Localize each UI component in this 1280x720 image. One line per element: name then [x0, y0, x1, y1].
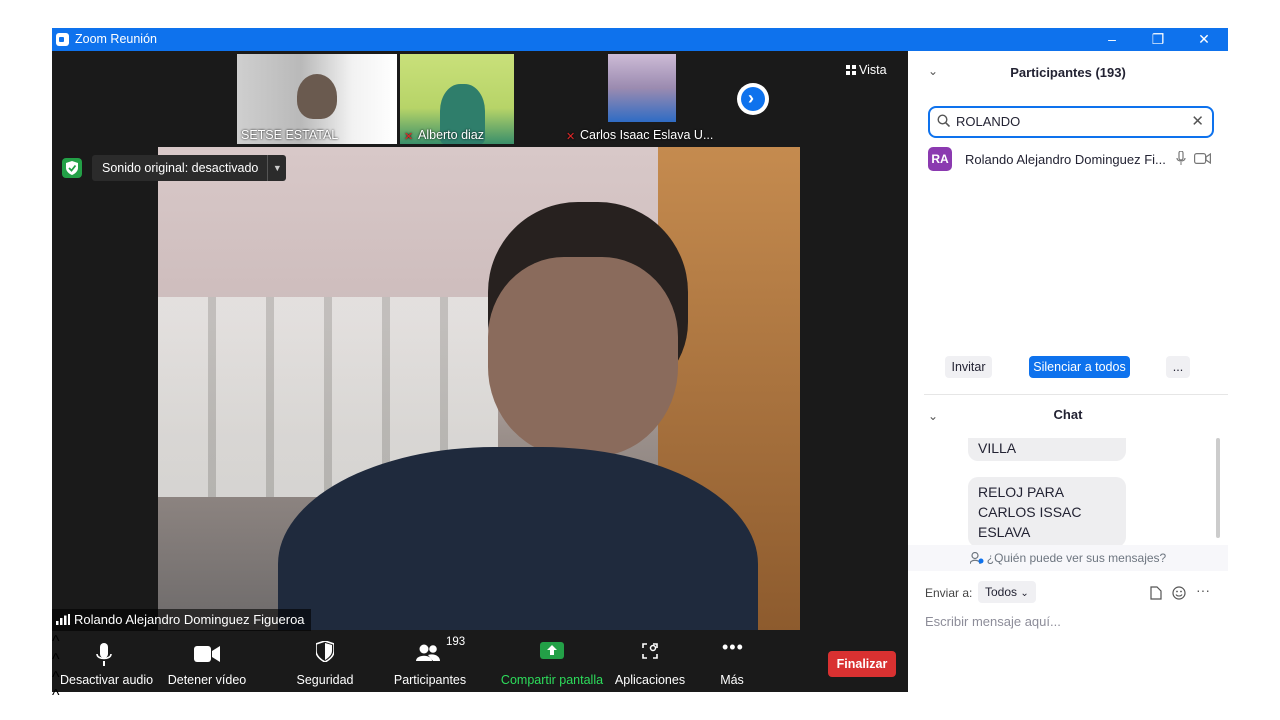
participant-name: Rolando Alejandro Dominguez Fi...: [965, 152, 1166, 167]
invite-button[interactable]: Invitar: [945, 356, 992, 378]
participants-header: ⌄ Participantes (193): [908, 51, 1228, 95]
chat-messages: VILLA RELOJ PARA CARLOS ISSAC ESLAVA: [908, 438, 1228, 546]
encryption-shield-icon[interactable]: [62, 158, 82, 178]
meeting-toolbar: Desactivar audio ^ Detener vídeo ^ Segur…: [52, 633, 908, 704]
thumbnail-strip: SETSE ESTATAL ✕ Alberto diaz ✕ Carlos Isaa…: [52, 51, 908, 148]
chat-message-text: VILLA: [978, 440, 1017, 456]
arrow-up-icon: [547, 645, 557, 655]
ellipsis-icon: •••: [722, 637, 744, 657]
chat-message: VILLA: [968, 438, 1126, 461]
speaker-name: Rolando Alejandro Dominguez Figueroa: [74, 612, 305, 627]
security-label: Seguridad: [296, 673, 354, 687]
thumbnail-name: Carlos Isaac Eslava U...: [580, 128, 714, 142]
original-sound-label: Sonido original: desactivado: [102, 161, 259, 175]
security-shield-icon: [316, 641, 334, 662]
more-chat-options-icon[interactable]: ···: [1196, 582, 1210, 598]
thumbnail-name-row: ✕ Carlos Isaac Eslava U...: [566, 128, 714, 143]
participant-search-input[interactable]: ROLANDO ✕: [928, 106, 1214, 138]
send-to-value: Todos: [985, 585, 1018, 599]
chat-scrollbar[interactable]: [1216, 438, 1220, 538]
window-title: Zoom Reunión: [75, 32, 157, 46]
original-sound-toggle[interactable]: Sonido original: desactivado ▼: [92, 155, 287, 181]
microphone-icon: [96, 643, 112, 666]
view-label: Vista: [859, 63, 887, 77]
shield-check-icon: [66, 161, 78, 175]
file-icon[interactable]: [1150, 586, 1162, 600]
grid-icon: [846, 65, 856, 75]
share-screen-label: Compartir pantalla: [500, 673, 604, 687]
thumbnail-name: Alberto diaz: [418, 128, 485, 142]
chevron-down-icon: ⌄: [1020, 588, 1029, 599]
participants-count: 193: [446, 636, 466, 648]
zoom-app-icon: [56, 33, 69, 46]
person-eye-icon: [969, 551, 984, 565]
participants-title: Participantes (193): [1010, 65, 1126, 80]
search-icon: [937, 114, 950, 127]
participants-button[interactable]: 193 Participantes: [392, 633, 468, 692]
thumbnail-name-row: ✕ Alberto diaz: [404, 128, 485, 143]
zoom-window: Zoom Reunión – ❐ ✕ SETSE ESTATAL ✕ Albert…: [52, 28, 1228, 704]
send-to-label: Enviar a:: [925, 586, 973, 600]
side-panel: ⌄ Participantes (193) ROLANDO ✕ RA Rolan…: [908, 51, 1228, 692]
thumbnail-carlos[interactable]: ✕ Carlos Isaac Eslava U...: [562, 54, 722, 144]
chat-title: Chat: [1053, 407, 1083, 422]
person-face: [488, 257, 678, 457]
minimize-button[interactable]: –: [1089, 28, 1135, 51]
more-options-button[interactable]: ...: [1166, 356, 1190, 378]
video-camera-icon: [1194, 153, 1211, 164]
search-value: ROLANDO: [956, 114, 1021, 129]
divider: [924, 394, 1228, 395]
title-bar: Zoom Reunión – ❐ ✕: [52, 28, 1228, 51]
participant-face: [297, 74, 337, 119]
apps-button[interactable]: Aplicaciones: [614, 633, 686, 692]
active-speaker-video: [158, 147, 800, 630]
signal-bars-icon: [56, 614, 70, 625]
chevron-right-icon: ›: [748, 88, 754, 108]
more-button[interactable]: ••• Más: [708, 633, 756, 692]
avatar: RA: [928, 147, 952, 171]
thumbnail-name: SETSE ESTATAL: [241, 128, 339, 142]
participant-video: [608, 54, 676, 122]
view-button[interactable]: Vista: [846, 63, 887, 77]
share-screen-icon: [540, 642, 564, 659]
who-can-see-text: ¿Quién puede ver sus mensajes?: [986, 551, 1167, 565]
chat-message: RELOJ PARA CARLOS ISSAC ESLAVA: [968, 477, 1126, 546]
thumbnail-setse[interactable]: SETSE ESTATAL: [237, 54, 397, 144]
share-screen-button[interactable]: Compartir pantalla: [500, 633, 604, 692]
participant-row[interactable]: RA Rolando Alejandro Dominguez Fi...: [928, 147, 1218, 173]
participants-icon: [416, 644, 440, 661]
chevron-down-icon[interactable]: ▼: [267, 155, 286, 181]
close-window-button[interactable]: ✕: [1181, 28, 1227, 51]
apps-icon: [642, 643, 658, 659]
video-label: Detener vídeo: [167, 673, 247, 687]
security-button[interactable]: Seguridad: [290, 633, 360, 692]
thumbnail-alberto[interactable]: ✕ Alberto diaz: [400, 54, 514, 144]
video-stage: SETSE ESTATAL ✕ Alberto diaz ✕ Carlos Isaa…: [52, 51, 908, 704]
video-button[interactable]: Detener vídeo: [164, 633, 250, 692]
mute-all-button[interactable]: Silenciar a todos: [1029, 356, 1130, 378]
restore-button[interactable]: ❐: [1135, 28, 1181, 51]
microphone-icon: [1176, 151, 1186, 165]
emoji-icon[interactable]: [1172, 586, 1186, 600]
mute-button[interactable]: Desactivar audio: [60, 633, 154, 692]
chat-input[interactable]: Escribir mensaje aquí...: [925, 614, 1061, 629]
participants-label: Participantes: [393, 673, 467, 687]
chat-message-text: RELOJ PARA CARLOS ISSAC ESLAVA: [978, 484, 1082, 540]
mute-label: Desactivar audio: [60, 673, 154, 687]
end-meeting-button[interactable]: Finalizar: [828, 651, 896, 677]
apps-label: Aplicaciones: [614, 673, 686, 687]
send-to-dropdown[interactable]: Todos ⌄: [978, 581, 1036, 603]
speaker-name-tag: Rolando Alejandro Dominguez Figueroa: [52, 609, 311, 631]
next-page-button[interactable]: ›: [737, 83, 769, 115]
muted-mic-icon: ✕: [404, 131, 414, 143]
more-label: Más: [720, 673, 744, 687]
muted-mic-icon: ✕: [566, 131, 576, 143]
clear-search-icon[interactable]: ✕: [1191, 112, 1204, 130]
who-can-see-link[interactable]: ¿Quién puede ver sus mensajes?: [908, 545, 1228, 571]
video-camera-icon: [194, 646, 220, 662]
